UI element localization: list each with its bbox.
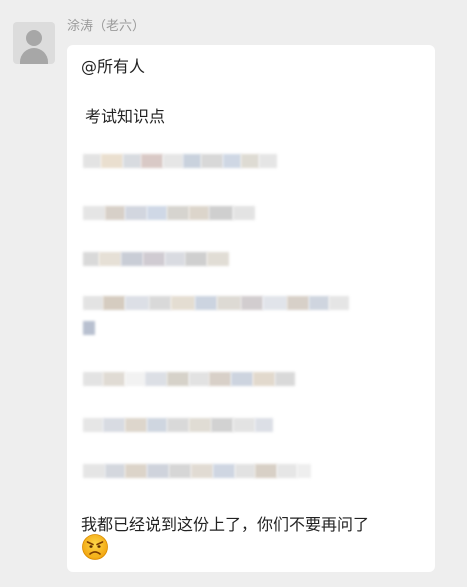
obscured-row-3 bbox=[83, 251, 229, 267]
message-bubble[interactable]: @所有人 考试知识点 我都已经说到这份上了，你们不要再问了 bbox=[67, 45, 435, 572]
obscured-row-6 bbox=[83, 371, 295, 387]
obscured-row-1 bbox=[83, 153, 277, 169]
avatar-head-shape bbox=[26, 30, 42, 46]
obscured-row-5 bbox=[83, 320, 95, 336]
avatar-body-shape bbox=[20, 48, 48, 64]
obscured-row-7 bbox=[83, 417, 273, 433]
sender-avatar[interactable] bbox=[13, 22, 55, 64]
closing-message: 我都已经说到这份上了，你们不要再问了 bbox=[81, 515, 370, 534]
obscured-row-8 bbox=[83, 463, 311, 479]
obscured-row-4 bbox=[83, 295, 349, 311]
message-title: 考试知识点 bbox=[85, 107, 166, 126]
obscured-row-2 bbox=[83, 205, 255, 221]
angry-face-emoji-icon bbox=[82, 534, 108, 560]
mention-all[interactable]: @所有人 bbox=[81, 53, 145, 77]
sender-name: 涂涛（老六） bbox=[67, 19, 146, 34]
